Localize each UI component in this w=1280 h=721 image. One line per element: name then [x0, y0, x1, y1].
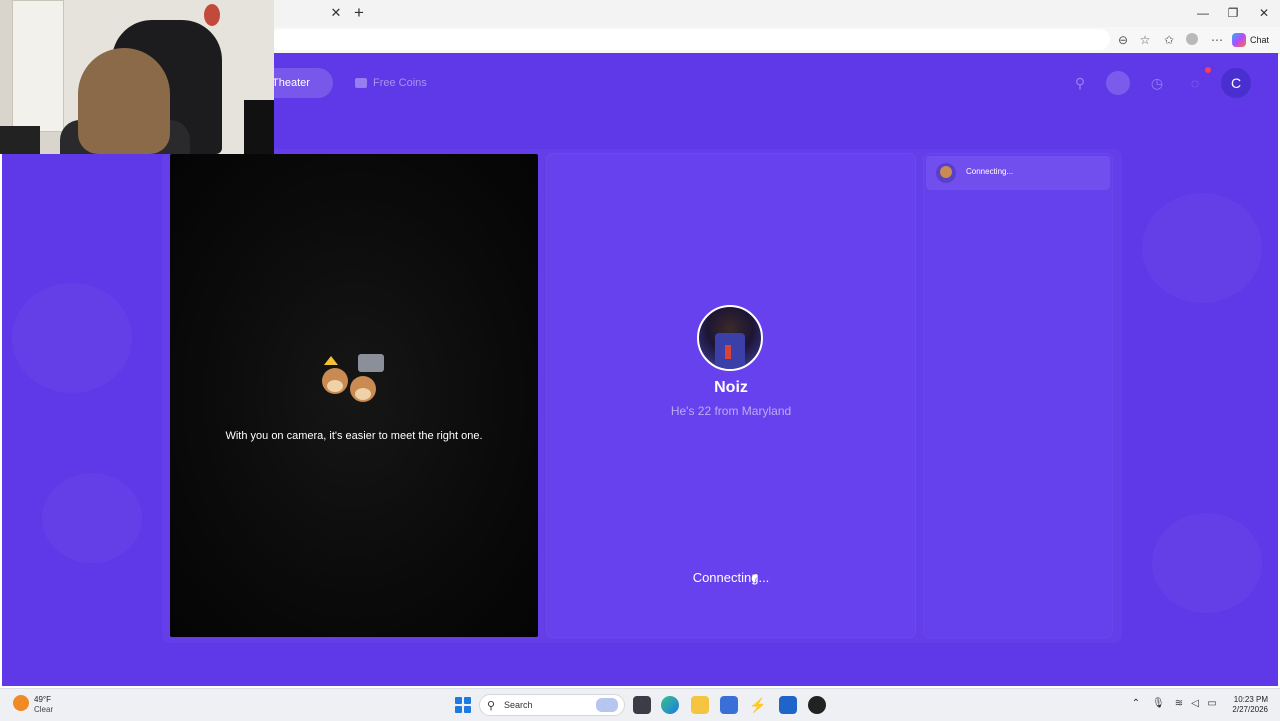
- chat-status-row: Connecting...: [926, 156, 1110, 190]
- connecting-status: Connecting...: [692, 570, 770, 585]
- close-window-button[interactable]: ✕: [1254, 4, 1274, 22]
- microphone-icon[interactable]: 🎙: [1152, 698, 1165, 710]
- weather-condition[interactable]: Clear: [34, 705, 53, 714]
- clock-date[interactable]: 2/27/2026: [1222, 705, 1268, 714]
- background-pattern: [42, 473, 142, 563]
- obs-studio-icon[interactable]: [808, 696, 826, 714]
- lightning-app-icon[interactable]: ⚡: [749, 696, 767, 714]
- search-highlight-icon: [596, 698, 618, 712]
- background-pattern: [1142, 193, 1262, 303]
- chat-panel: Connecting...: [924, 154, 1112, 637]
- task-view-icon[interactable]: [633, 696, 651, 714]
- jersey-graphic: [715, 333, 745, 369]
- copilot-icon: [1232, 33, 1246, 47]
- search-icon: ⚲: [487, 700, 496, 712]
- notification-badge: [1205, 67, 1211, 73]
- search-icon[interactable]: ⚲: [1068, 71, 1092, 95]
- self-camera-panel: With you on camera, it's easier to meet …: [170, 154, 538, 637]
- coin-avatar-icon[interactable]: [1106, 71, 1130, 95]
- start-button[interactable]: [455, 697, 471, 713]
- weather-icon[interactable]: [13, 695, 29, 711]
- background-pattern: [12, 283, 132, 393]
- taskbar-search-placeholder: Search: [504, 700, 533, 710]
- person-head: [78, 48, 170, 154]
- read-aloud-icon[interactable]: ⊖: [1116, 33, 1130, 47]
- webcam-door: [12, 0, 64, 132]
- restore-button[interactable]: ❐: [1223, 4, 1243, 22]
- favorite-star-icon[interactable]: ☆: [1138, 33, 1152, 47]
- start-icon-tile: [464, 706, 471, 713]
- camera-prompt-text: With you on camera, it's easier to meet …: [225, 430, 483, 442]
- show-hidden-icons[interactable]: ⌃: [1130, 698, 1142, 710]
- free-coins-label: Free Coins: [373, 77, 427, 89]
- video-camera-icon: [358, 354, 384, 372]
- mouse-cursor: [752, 573, 764, 585]
- minimize-button[interactable]: —: [1193, 4, 1213, 22]
- more-options-icon[interactable]: ⋯: [1210, 33, 1224, 47]
- coins-icon: [355, 78, 367, 89]
- wall-decoration: [204, 4, 220, 26]
- webcam-shelf: [0, 126, 40, 154]
- messages-icon[interactable]: ◌: [1183, 71, 1207, 95]
- profile-avatar[interactable]: C: [1221, 68, 1251, 98]
- start-icon-tile: [455, 706, 462, 713]
- new-tab-button[interactable]: +: [351, 3, 367, 23]
- history-icon[interactable]: ◷: [1145, 71, 1169, 95]
- crown-icon: [324, 356, 338, 365]
- battery-icon[interactable]: ▭: [1206, 698, 1218, 710]
- address-bar[interactable]: [270, 29, 1110, 50]
- partner-avatar: [697, 305, 763, 371]
- outlook-icon[interactable]: [779, 696, 797, 714]
- weather-temperature[interactable]: 49°F: [34, 695, 51, 704]
- tab-close-button[interactable]: ✕: [329, 5, 343, 21]
- monkey-muzzle: [355, 388, 371, 400]
- chat-status-text: Connecting...: [966, 167, 1014, 176]
- clock-time[interactable]: 10:23 PM: [1226, 695, 1268, 704]
- monkey-icon: [936, 163, 956, 183]
- volume-icon[interactable]: ◁: [1189, 698, 1201, 710]
- taskbar-search[interactable]: ⚲ Search: [479, 694, 625, 716]
- free-coins-button[interactable]: Free Coins: [351, 68, 441, 98]
- microsoft-store-icon[interactable]: [720, 696, 738, 714]
- file-explorer-icon[interactable]: [691, 696, 709, 714]
- copilot-chat-button[interactable]: Chat: [1232, 31, 1269, 49]
- edge-browser-icon[interactable]: [661, 696, 679, 714]
- webcam-shadow: [244, 100, 274, 154]
- partner-name: Noiz: [714, 379, 748, 396]
- background-pattern: [1152, 513, 1262, 613]
- start-icon-tile: [464, 697, 471, 704]
- webcam-overlay: [0, 0, 274, 154]
- start-icon-tile: [455, 697, 462, 704]
- windows-taskbar: 49°F Clear ⚲ Search ⚡ ⌃ 🎙 ≋ ◁ ▭ 10:23 PM…: [0, 688, 1280, 721]
- partner-info: He's 22 from Maryland: [670, 404, 792, 418]
- jersey-number: [725, 345, 731, 359]
- favorites-icon[interactable]: ✩: [1162, 33, 1176, 47]
- monkey-face: [940, 166, 952, 179]
- profile-icon[interactable]: [1186, 33, 1198, 45]
- monkey-muzzle: [327, 380, 343, 392]
- copilot-chat-label: Chat: [1250, 35, 1270, 45]
- monkey-camera-illustration: [320, 354, 390, 414]
- wifi-icon[interactable]: ≋: [1173, 698, 1185, 710]
- partner-video-panel: Noiz He's 22 from Maryland Connecting...: [547, 154, 915, 637]
